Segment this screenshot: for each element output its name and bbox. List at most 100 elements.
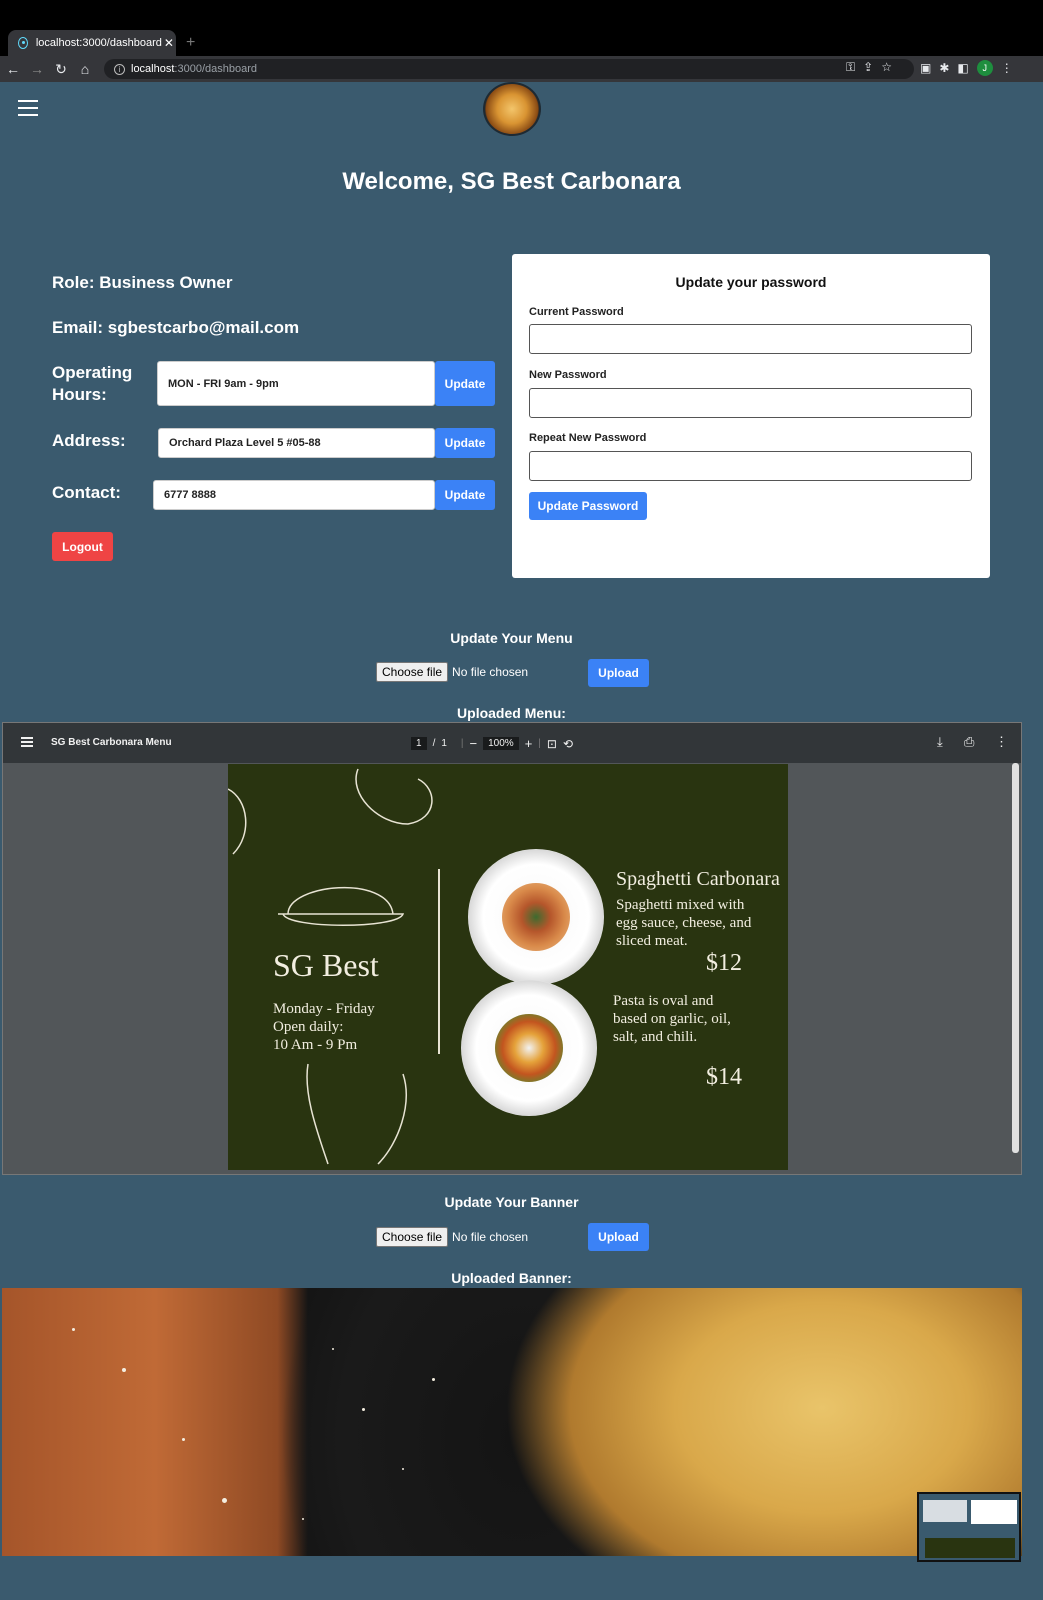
star-icon[interactable]: ☆ [881,60,892,75]
pdf-page-total: 1 [441,738,447,749]
url-path: :3000/dashboard [174,63,257,75]
menu-choose-file-button[interactable]: Choose file [376,662,449,682]
carbonara-food [502,883,570,951]
tab-title: localhost:3000/dashboard [35,37,162,49]
banner-upload-button[interactable]: Upload [588,1223,649,1251]
pdf-sidebar-menu-icon[interactable] [21,737,33,747]
banner-choose-file-button[interactable]: Choose file [376,1227,449,1247]
pdf-zoom-input[interactable]: 100% [483,737,519,750]
dish1-desc-line: Spaghetti mixed with [616,897,745,913]
repeat-password-label: Repeat New Password [529,432,647,444]
zoom-in-icon[interactable]: + [525,736,533,751]
banner-no-file-text: No file chosen [452,1230,529,1244]
update-hours-button[interactable]: Update [435,361,495,406]
fit-page-icon[interactable]: ⊡ [547,737,557,751]
dish1-price: $12 [706,950,742,976]
rotate-icon[interactable]: ⟲ [563,737,573,751]
password-card: Update your password Current Password Ne… [512,254,990,578]
menu-divider [438,869,440,1054]
aglio-olio-plate [461,980,597,1116]
logout-button[interactable]: Logout [52,532,113,561]
menu-hours-line: Monday - Friday [273,1001,375,1017]
picture-in-picture-thumbnail[interactable] [917,1492,1021,1562]
pepper-sketch-top [355,768,433,825]
zoom-out-icon[interactable]: − [470,736,478,751]
email-text: Email: sgbestcarbo@mail.com [52,318,300,337]
restaurant-logo [483,82,541,136]
browser-tab[interactable]: localhost:3000/dashboard ✕ [8,30,176,56]
dashboard-page: Welcome, SG Best Carbonara Role: Busines… [0,82,1043,1600]
contact-input[interactable]: 6777 8888 [153,480,435,510]
pip-form-preview [923,1500,967,1522]
pdf-more-icon[interactable]: ⋮ [995,734,1008,750]
address-bar[interactable]: i localhost:3000/dashboard [104,59,914,79]
leaf-sketch-left [228,788,247,855]
dish2-price: $14 [706,1064,742,1090]
profile-avatar[interactable]: J [976,60,993,76]
dish2-desc-line: Pasta is oval and [613,993,714,1009]
menu-pdf-page: SG Best Monday - Friday Open daily: 10 A… [228,764,788,1170]
banner-file-input[interactable]: Choose file No file chosen [376,1227,528,1247]
menu-hours: Monday - Friday Open daily: 10 Am - 9 Pm [273,1000,375,1054]
operating-hours-label: Operating Hours: [52,363,133,404]
share-icon[interactable]: ⇪ [863,60,873,75]
hamburger-menu-icon[interactable] [18,100,38,116]
update-address-button[interactable]: Update [435,428,495,458]
puzzle-icon[interactable]: ✱ [939,61,949,75]
key-icon[interactable]: ⚿ [846,60,855,75]
pdf-toolbar: SG Best Carbonara Menu 1 / 1 | − 100% + … [3,723,1021,763]
reload-icon[interactable]: ↻ [50,58,72,80]
cheese-speck [332,1348,334,1350]
home-icon[interactable]: ⌂ [74,58,96,80]
uploaded-banner-title: Uploaded Banner: [451,1270,572,1286]
menu-brand-title: SG Best [273,947,379,983]
menu-hours-line: Open daily: [273,1019,344,1035]
dish2-description: Pasta is oval and based on garlic, oil, … [613,992,731,1046]
side-panel-icon[interactable]: ◧ [957,61,968,75]
url-host: localhost [131,63,175,75]
page-title: Welcome, SG Best Carbonara [342,168,681,195]
carbonara-plate [468,849,604,985]
print-icon[interactable]: ⎙ [964,734,974,750]
pdf-scrollbar[interactable] [1012,763,1019,1153]
extension-icon[interactable]: ▣ [920,61,931,75]
operating-hours-input[interactable]: MON - FRI 9am - 9pm [157,361,435,406]
react-favicon-icon [18,37,28,49]
cheese-speck [432,1378,435,1381]
cheese-speck [182,1438,185,1441]
menu-no-file-text: No file chosen [452,665,529,679]
dish2-desc-line: salt, and chili. [613,1029,698,1045]
dish1-desc-line: egg sauce, cheese, and [616,915,752,931]
update-banner-title: Update Your Banner [444,1194,579,1210]
pdf-viewer[interactable]: SG Best Carbonara Menu 1 / 1 | − 100% + … [2,722,1022,1175]
menu-hours-line: 10 Am - 9 Pm [273,1037,358,1053]
pdf-page-input[interactable]: 1 [411,737,427,750]
new-tab-icon[interactable]: + [186,34,195,52]
pip-card-preview [971,1500,1017,1524]
more-icon[interactable]: ⋮ [1001,61,1013,75]
uploaded-menu-title: Uploaded Menu: [457,705,566,721]
menu-file-input[interactable]: Choose file No file chosen [376,662,528,682]
cheese-speck [402,1468,404,1470]
download-icon[interactable]: ⤓ [937,734,943,750]
aglio-olio-food [495,1014,563,1082]
site-info-icon[interactable]: i [114,63,125,75]
browser-toolbar: ← → ↻ ⌂ i localhost:3000/dashboard ⚿ ⇪ ☆… [0,56,1043,82]
update-password-button[interactable]: Update Password [529,492,647,520]
close-tab-icon[interactable]: ✕ [162,36,176,50]
dish1-description: Spaghetti mixed with egg sauce, cheese, … [616,896,751,950]
back-icon[interactable]: ← [2,58,24,80]
pdf-page-separator-icon: / [432,738,436,749]
address-label: Address: [52,431,126,450]
cheese-speck [122,1368,126,1372]
dish2-desc-line: based on garlic, oil, [613,1011,731,1027]
repeat-password-input[interactable] [529,451,972,481]
current-password-input[interactable] [529,324,972,354]
new-password-input[interactable] [529,388,972,418]
address-input[interactable]: Orchard Plaza Level 5 #05-88 [158,428,435,458]
chili-sketch-2 [377,1073,407,1165]
forward-icon[interactable]: → [26,58,48,80]
update-contact-button[interactable]: Update [435,480,495,510]
password-card-title: Update your password [675,274,827,290]
menu-upload-button[interactable]: Upload [588,659,649,687]
